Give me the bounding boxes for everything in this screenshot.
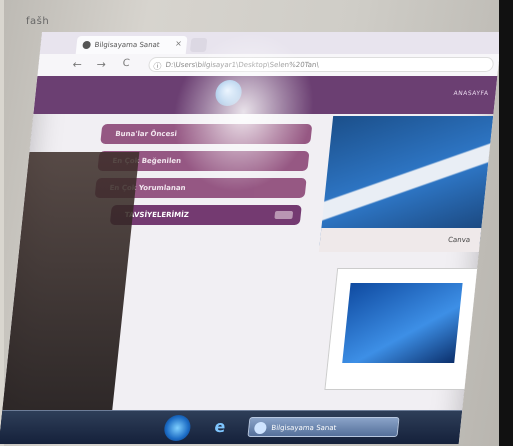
- reload-icon[interactable]: C: [122, 58, 130, 69]
- site-logo[interactable]: [214, 80, 243, 106]
- content-card[interactable]: [324, 268, 480, 390]
- photo-edge: [499, 0, 513, 446]
- window-app-icon: [253, 422, 268, 434]
- monitor: fašh Bilgisayama Sanat × ← → C ⓘ D:\User…: [0, 0, 513, 446]
- card-image: [342, 283, 463, 363]
- info-icon[interactable]: ⓘ: [153, 59, 163, 72]
- tab-title: Bilgisayama Sanat: [94, 41, 161, 49]
- banner-caption: Canva: [318, 228, 482, 252]
- address-text: D:\Users\bilgisayar1\Desktop\Selen%20Tan…: [165, 61, 320, 69]
- tab-favicon: [82, 41, 92, 49]
- taskbar: e Bilgisayama Sanat: [0, 410, 463, 444]
- taskbar-window-button[interactable]: Bilgisayama Sanat: [247, 417, 400, 437]
- menu-item-active[interactable]: TAVSİYELERİMİZ: [109, 205, 302, 225]
- header-nav-link[interactable]: ANASAYFA: [453, 90, 489, 97]
- menu-item-label: Buna'lar Öncesi: [114, 130, 178, 138]
- address-bar[interactable]: ⓘ D:\Users\bilgisayar1\Desktop\Selen%20T…: [147, 57, 495, 72]
- start-button[interactable]: [163, 415, 192, 441]
- menu-item-marker: [274, 211, 294, 219]
- page-header: ANASAYFA: [33, 76, 498, 114]
- browser-tabstrip: Bilgisayama Sanat ×: [39, 32, 502, 54]
- close-icon[interactable]: ×: [175, 39, 183, 48]
- browser-tab[interactable]: Bilgisayama Sanat ×: [75, 36, 188, 54]
- browser-toolbar: ← → C ⓘ D:\Users\bilgisayar1\Desktop\Sel…: [37, 54, 500, 77]
- monitor-screen: Bilgisayama Sanat × ← → C ⓘ D:\Users\bil…: [0, 32, 503, 444]
- internet-explorer-icon[interactable]: e: [214, 417, 227, 436]
- forward-arrow-icon[interactable]: →: [96, 58, 107, 71]
- banner-image: [319, 116, 494, 246]
- monitor-brand-label: fašh: [26, 16, 50, 27]
- taskbar-window-label: Bilgisayama Sanat: [270, 424, 337, 432]
- new-tab-button[interactable]: [189, 38, 208, 52]
- menu-item-label: TAVSİYELERİMİZ: [124, 211, 190, 219]
- back-arrow-icon[interactable]: ←: [72, 58, 83, 71]
- menu-item[interactable]: Buna'lar Öncesi: [100, 124, 313, 144]
